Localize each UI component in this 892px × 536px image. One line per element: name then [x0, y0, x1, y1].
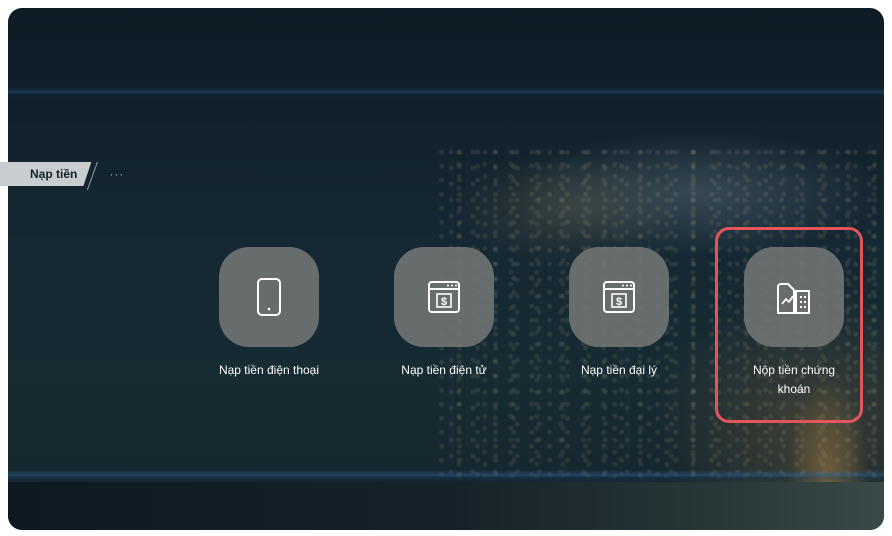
selection-highlight: [715, 227, 863, 423]
breadcrumb-more[interactable]: ···: [109, 167, 124, 181]
breadcrumb-separator: [91, 162, 107, 186]
tile-topup-phone[interactable]: Nạp tiền điện thoại: [209, 247, 329, 380]
breadcrumb-current[interactable]: Nạp tiền: [0, 162, 91, 186]
svg-text:$: $: [616, 296, 622, 308]
divider-line-top: [8, 88, 884, 98]
tile-label: Nạp tiền điện thoại: [218, 363, 320, 377]
tile-topup-ewallet[interactable]: $ Nạp tiền điện tử: [384, 247, 504, 380]
svg-text:$: $: [441, 296, 447, 308]
bottom-band: [8, 482, 884, 530]
dollar-window-icon: $: [428, 281, 460, 313]
tile-label: Nạp tiền đại lý: [580, 363, 658, 377]
divider-line-bottom: [8, 470, 884, 482]
tile-icon-box[interactable]: $: [394, 247, 494, 347]
tile-topup-agent[interactable]: $ Nạp tiền đại lý: [559, 247, 679, 380]
tile-icon-box[interactable]: $: [569, 247, 669, 347]
tile-icon-box[interactable]: [219, 247, 319, 347]
dollar-window-icon: $: [603, 281, 635, 313]
tile-label: Nạp tiền điện tử: [401, 363, 487, 377]
phone-icon: [257, 278, 281, 316]
breadcrumb: Nạp tiền ···: [0, 162, 124, 186]
